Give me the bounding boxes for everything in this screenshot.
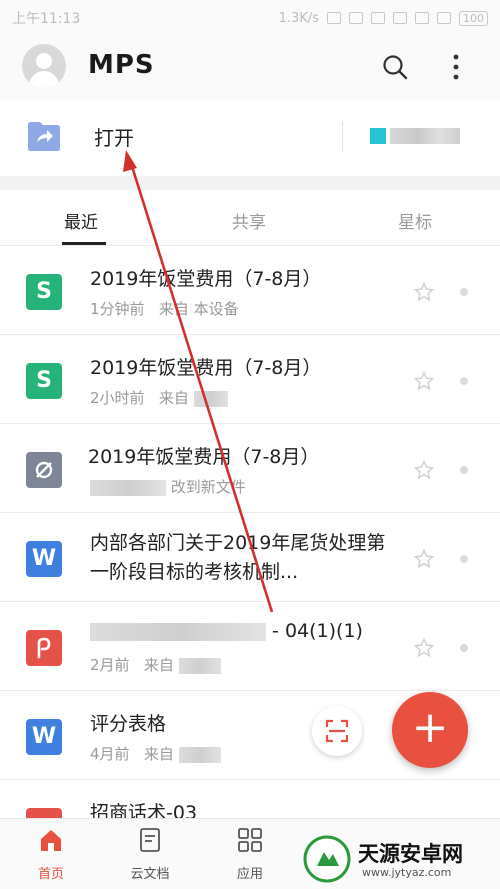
scan-icon: [325, 719, 349, 743]
file-title: 内部各部门关于2019年尾货处理第一阶段目标的考核机制...: [90, 532, 386, 583]
more-vertical-icon[interactable]: [446, 52, 466, 82]
pdf-icon: [26, 630, 62, 666]
file-title: 2019年饭堂费用（7-8月）: [90, 268, 322, 290]
star-icon[interactable]: [414, 282, 434, 302]
tab-recent[interactable]: 最近: [64, 208, 98, 233]
battery-icon: 100: [459, 10, 488, 26]
watermark-url: www.jytyaz.com: [362, 866, 452, 879]
avatar-body-shape: [29, 71, 59, 88]
star-icon[interactable]: [414, 371, 434, 391]
file-meta: 2月前 来自: [90, 654, 221, 675]
star-icon[interactable]: [414, 549, 434, 569]
list-item[interactable]: - 04(1)(1) 2月前 来自: [0, 602, 500, 691]
file-source: 来自: [143, 745, 174, 763]
open-label: 打开: [94, 126, 134, 150]
list-item[interactable]: S 2019年饭堂费用（7-8月） 1分钟前 来自 本设备: [0, 246, 500, 335]
list-item[interactable]: W 内部各部门关于2019年尾货处理第一阶段目标的考核机制...: [0, 513, 500, 602]
list-item[interactable]: S 2019年饭堂费用（7-8月） 2小时前 来自: [0, 335, 500, 424]
file-meta: 2小时前 来自: [90, 387, 228, 408]
network-speed: 1.3K/s: [278, 10, 319, 26]
nav-apps[interactable]: 应用: [215, 827, 285, 882]
spreadsheet-icon: S: [26, 363, 62, 399]
file-time: 2月前: [90, 656, 130, 674]
nav-apps-label: 应用: [236, 867, 263, 882]
status-icons: 1.3K/s 100: [278, 10, 488, 26]
nav-cloud-docs[interactable]: 云文档: [115, 827, 185, 882]
alarm-icon: [349, 12, 363, 24]
presentation-icon: [26, 808, 62, 818]
signal-icon: [371, 12, 385, 24]
wifi-icon: [415, 12, 429, 24]
mute-icon: [327, 12, 341, 24]
blurred-source: [193, 390, 228, 407]
nav-home-label: 首页: [37, 867, 64, 882]
active-tab-indicator: [62, 242, 106, 245]
blurred-source: [178, 657, 221, 674]
blurred-location-name: [390, 128, 460, 144]
file-time: 2小时前: [90, 389, 145, 407]
location-color-swatch: [370, 128, 386, 144]
star-icon[interactable]: [414, 638, 434, 658]
more-dot-icon[interactable]: [460, 644, 468, 652]
app-bar: MPS: [0, 36, 500, 100]
word-doc-icon: W: [26, 541, 62, 577]
card-divider: [342, 122, 343, 152]
app-logo: MPS: [88, 50, 155, 80]
link-doc-icon: [26, 452, 62, 488]
file-time: 1分钟前: [90, 300, 145, 318]
avatar[interactable]: [22, 44, 66, 88]
file-time: 4月前: [90, 745, 130, 763]
file-title: 2019年饭堂费用（7-8月）: [88, 446, 320, 468]
watermark-text: 天源安卓网: [358, 842, 463, 866]
signal-2-icon: [393, 12, 407, 24]
file-title: 2019年饭堂费用（7-8月）: [90, 357, 322, 379]
tab-starred[interactable]: 星标: [398, 208, 432, 233]
file-meta: 4月前 来自: [90, 743, 221, 764]
folder-open-icon: [28, 122, 60, 151]
blurred-source: [90, 479, 166, 496]
file-source: 改到新文件: [170, 478, 246, 496]
home-icon: [41, 830, 61, 851]
open-file-card[interactable]: 打开: [0, 100, 500, 176]
file-title: 评分表格: [90, 713, 167, 735]
scan-button[interactable]: [312, 706, 362, 756]
recent-location-chip[interactable]: [370, 124, 466, 148]
more-dot-icon[interactable]: [460, 288, 468, 296]
file-source: 来自 本设备: [158, 300, 239, 318]
watermark-logo-icon: [303, 835, 351, 883]
file-tabs: 最近 共享 星标: [0, 190, 500, 246]
nav-home[interactable]: 首页: [16, 827, 86, 882]
star-icon[interactable]: [414, 460, 434, 480]
file-meta: 1分钟前 来自 本设备: [90, 298, 239, 319]
status-bar: 上午11:13 1.3K/s 100: [0, 0, 500, 36]
blurred-source: [178, 746, 221, 763]
word-doc-icon: W: [26, 719, 62, 755]
blurred-file-name: [90, 622, 266, 641]
spreadsheet-icon: S: [26, 274, 62, 310]
more-dot-icon[interactable]: [460, 377, 468, 385]
charging-icon: [437, 12, 451, 24]
file-title: - 04(1)(1): [90, 620, 363, 642]
add-new-button[interactable]: +: [392, 692, 468, 768]
avatar-head-shape: [36, 53, 52, 69]
more-dot-icon[interactable]: [460, 466, 468, 474]
nav-cloud-docs-label: 云文档: [130, 867, 170, 882]
file-meta: 改到新文件: [90, 476, 246, 497]
file-title: 招商话术-03: [90, 802, 198, 818]
status-time: 上午11:13: [12, 11, 81, 27]
more-dot-icon[interactable]: [460, 555, 468, 563]
search-icon[interactable]: [382, 54, 408, 80]
watermark: 天源安卓网 www.jytyaz.com: [300, 834, 500, 884]
list-item[interactable]: 招商话术-03: [0, 780, 500, 818]
list-item[interactable]: 2019年饭堂费用（7-8月） 改到新文件: [0, 424, 500, 513]
file-source: 来自: [158, 389, 189, 407]
document-icon: [140, 828, 160, 852]
file-source: 来自: [143, 656, 174, 674]
grid-icon: [238, 828, 262, 852]
file-title-suffix: - 04(1)(1): [272, 620, 363, 642]
tab-shared[interactable]: 共享: [232, 208, 266, 233]
